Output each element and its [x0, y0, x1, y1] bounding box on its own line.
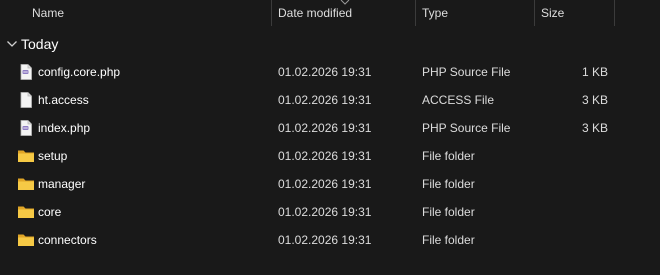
file-name: config.core.php — [38, 65, 121, 79]
file-name: index.php — [38, 121, 91, 135]
file-type: File folder — [422, 233, 475, 247]
file-type: File folder — [422, 205, 475, 219]
folder-icon — [18, 206, 34, 218]
php-file-icon — [20, 120, 32, 136]
folder-name: core — [38, 205, 62, 219]
php-file-icon — [20, 64, 32, 80]
folder-row[interactable]: setup 01.02.2026 19:31 File folder — [0, 142, 660, 170]
file-date-modified: 01.02.2026 19:31 — [278, 177, 372, 191]
blank-file-icon — [20, 92, 32, 108]
column-header-name[interactable]: Name — [32, 0, 64, 26]
file-size: 1 KB — [581, 65, 608, 79]
folder-row[interactable]: connectors 01.02.2026 19:31 File folder — [0, 226, 660, 254]
column-divider[interactable] — [534, 0, 535, 26]
column-divider[interactable] — [614, 0, 615, 26]
file-size: 3 KB — [581, 93, 608, 107]
column-header-type[interactable]: Type — [422, 0, 448, 26]
file-row[interactable]: index.php 01.02.2026 19:31 PHP Source Fi… — [0, 114, 660, 142]
file-date-modified: 01.02.2026 19:31 — [278, 149, 372, 163]
column-header-date-modified[interactable]: Date modified — [278, 0, 352, 26]
file-type: File folder — [422, 149, 475, 163]
group-header-today[interactable]: Today — [0, 33, 660, 55]
column-divider[interactable] — [271, 0, 272, 26]
file-type: PHP Source File — [422, 65, 511, 79]
folder-row[interactable]: core 01.02.2026 19:31 File folder — [0, 198, 660, 226]
file-date-modified: 01.02.2026 19:31 — [278, 121, 372, 135]
folder-name: setup — [38, 149, 68, 163]
file-type: PHP Source File — [422, 121, 511, 135]
folder-icon — [18, 150, 34, 162]
file-name: ht.access — [38, 93, 89, 107]
folder-name: manager — [38, 177, 86, 191]
column-divider[interactable] — [415, 0, 416, 26]
file-date-modified: 01.02.2026 19:31 — [278, 93, 372, 107]
column-header: Name Date modified Type Size — [0, 0, 660, 26]
folder-icon — [18, 234, 34, 246]
file-date-modified: 01.02.2026 19:31 — [278, 65, 372, 79]
file-row[interactable]: ht.access 01.02.2026 19:31 ACCESS File 3… — [0, 86, 660, 114]
chevron-down-icon[interactable] — [6, 38, 18, 50]
file-date-modified: 01.02.2026 19:31 — [278, 233, 372, 247]
file-type: File folder — [422, 177, 475, 191]
folder-name: connectors — [38, 233, 97, 247]
column-header-size[interactable]: Size — [541, 0, 564, 26]
file-date-modified: 01.02.2026 19:31 — [278, 205, 372, 219]
file-type: ACCESS File — [422, 93, 495, 107]
file-explorer-list: Name Date modified Type Size Today confi… — [0, 0, 660, 275]
file-size: 3 KB — [581, 121, 608, 135]
folder-row[interactable]: manager 01.02.2026 19:31 File folder — [0, 170, 660, 198]
folder-icon — [18, 178, 34, 190]
file-row[interactable]: config.core.php 01.02.2026 19:31 PHP Sou… — [0, 58, 660, 86]
group-title: Today — [21, 36, 59, 52]
